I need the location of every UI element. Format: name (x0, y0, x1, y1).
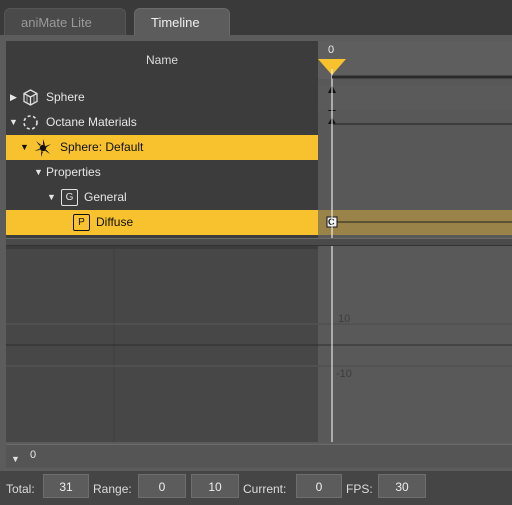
tree-row-octane-materials[interactable]: ▼ Octane Materials (6, 110, 318, 135)
dashed-circle-icon (22, 114, 39, 131)
tree-row-label: General (84, 190, 127, 204)
timeline-tracks[interactable]: 0 C (318, 41, 512, 271)
tree-row-sphere-default[interactable]: ▼ Sphere: Default (6, 135, 318, 160)
tree-row-general[interactable]: ▼ G General (6, 185, 318, 210)
current-frame-field[interactable]: 0 (296, 474, 342, 498)
track-properties[interactable] (318, 160, 512, 185)
track-sphere[interactable] (318, 85, 512, 110)
property-icon: P (73, 214, 90, 231)
range-label: Range: (93, 482, 132, 496)
tree-row-label: Sphere (46, 90, 85, 104)
range-end-field[interactable]: 10 (191, 474, 239, 498)
collapse-arrow-icon[interactable]: ▼ (20, 135, 29, 160)
tab-timeline[interactable]: Timeline (134, 8, 230, 36)
scrub-arrow-icon[interactable]: ▼ (11, 454, 20, 464)
cube-icon (22, 89, 39, 106)
tab-bar: aniMate Lite Timeline (0, 0, 512, 36)
graph-y-label: -10 (336, 368, 352, 380)
scrub-bar[interactable]: ▼ 0 (6, 444, 512, 468)
collapse-arrow-icon[interactable]: ▼ (47, 185, 56, 210)
tree-header-name: Name (145, 53, 178, 67)
track-diffuse[interactable]: C (318, 210, 512, 235)
timeline-ruler[interactable]: 0 (318, 41, 512, 79)
collapse-arrow-icon[interactable]: ▼ (9, 110, 18, 135)
tab-animate-lite[interactable]: aniMate Lite (4, 8, 126, 36)
graph-label-area (6, 249, 318, 442)
current-label: Current: (243, 482, 287, 496)
tree-row-label: Octane Materials (46, 115, 137, 129)
tree-row-sphere[interactable]: ▶ Sphere (6, 85, 318, 110)
tree-row-properties[interactable]: ▼ Properties (6, 160, 318, 185)
tree-row-label: Diffuse (96, 215, 134, 229)
track-octane-materials[interactable] (318, 110, 512, 135)
status-bar: Total: 31 Range: 0 10 Current: 0 FPS: 30 (0, 471, 512, 505)
tree-row-diffuse[interactable]: P Diffuse (6, 210, 318, 235)
fps-field[interactable]: 30 (378, 474, 426, 498)
expand-arrow-icon[interactable]: ▶ (10, 85, 17, 110)
range-start-field[interactable]: 0 (138, 474, 186, 498)
fps-label: FPS: (346, 482, 373, 496)
total-label: Total: (6, 482, 35, 496)
group-icon: G (61, 189, 78, 206)
scrub-value: 0 (30, 449, 37, 461)
tree-row-label: Sphere: Default (60, 140, 144, 154)
track-sphere-default[interactable] (318, 135, 512, 160)
total-field[interactable]: 31 (43, 474, 89, 498)
property-tree: Name ▶ Sphere ▼ Octane Materials ▼ Spher… (6, 41, 318, 271)
pane-splitter[interactable] (6, 238, 512, 246)
tree-row-label: Properties (46, 165, 101, 179)
octane-logo-icon (33, 138, 53, 158)
keyframe-marker[interactable]: C (328, 210, 335, 235)
collapse-arrow-icon[interactable]: ▼ (34, 160, 43, 185)
graph-y-label: 10 (338, 313, 351, 325)
timeline-panel: Name ▶ Sphere ▼ Octane Materials ▼ Spher… (0, 35, 512, 505)
track-general[interactable] (318, 185, 512, 210)
curve-graph[interactable]: 10 -10 (318, 249, 512, 442)
playhead-marker-icon[interactable] (318, 41, 512, 79)
